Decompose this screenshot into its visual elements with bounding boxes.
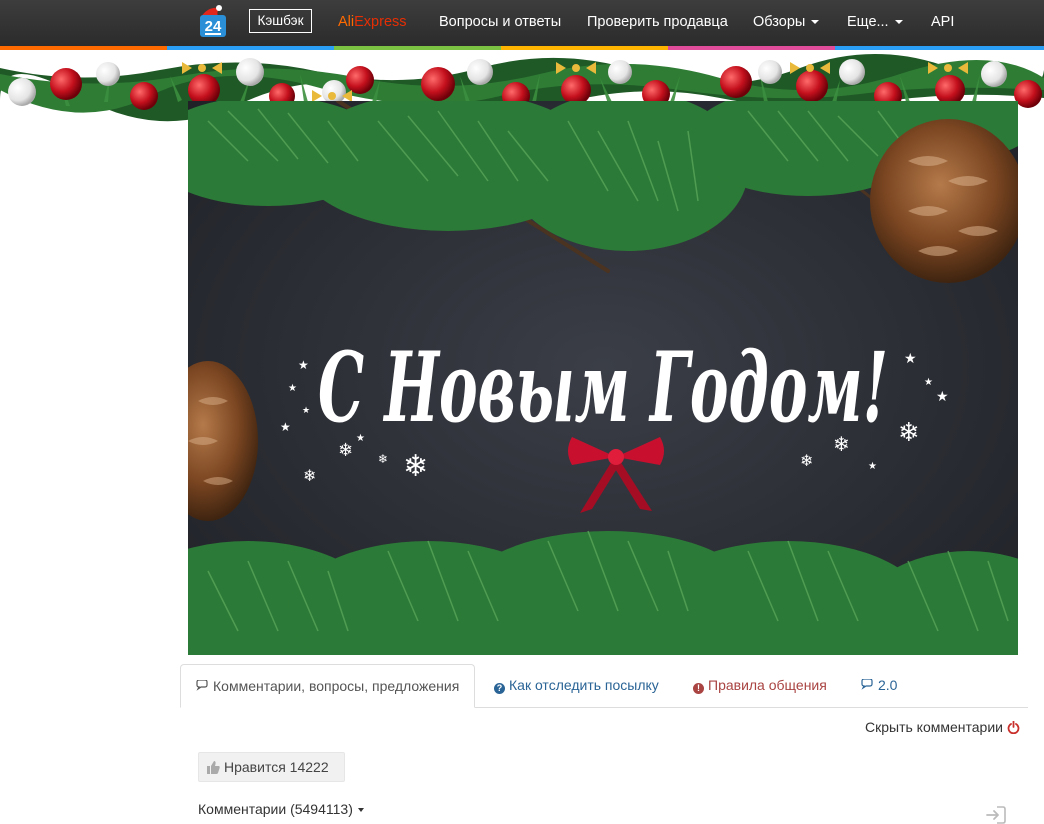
svg-text:★: ★ xyxy=(868,461,877,472)
svg-text:★: ★ xyxy=(924,377,933,388)
like-count: 14222 xyxy=(289,759,329,775)
nav-reviews-dropdown[interactable]: Обзоры xyxy=(753,0,820,46)
comments-icon xyxy=(196,680,208,691)
nav-check-seller[interactable]: Проверить продавца xyxy=(587,0,728,46)
nav-api-label: API xyxy=(931,14,955,30)
pinecone-left xyxy=(188,361,258,521)
nav-more-dropdown[interactable]: Еще... xyxy=(847,0,903,46)
tab-track-parcel[interactable]: ? Как отследить посылку xyxy=(494,664,659,707)
tab-track-parcel-label: Как отследить посылку xyxy=(509,677,659,693)
nav-api[interactable]: API xyxy=(931,0,954,46)
svg-text:★: ★ xyxy=(302,406,310,416)
aliexpress-ali: Ali xyxy=(338,14,355,30)
hide-comments-label: Скрыть комментарии xyxy=(865,719,1003,735)
tab-comments-2[interactable]: 2.0 xyxy=(861,664,897,707)
tab-comments[interactable]: Комментарии, вопросы, предложения xyxy=(180,664,476,708)
nav-check-seller-label: Проверить продавца xyxy=(587,14,728,30)
comments-count-dropdown[interactable]: Комментарии (5494113) xyxy=(198,801,364,817)
caret-down-icon xyxy=(357,808,364,813)
site-logo[interactable]: 24 xyxy=(196,4,230,38)
logo-text: 24 xyxy=(205,18,222,35)
nav-more-label: Еще... xyxy=(847,14,889,30)
svg-text:❄: ❄ xyxy=(898,418,920,448)
hide-comments-link[interactable]: Скрыть комментарии xyxy=(865,719,1020,735)
svg-text:★: ★ xyxy=(904,351,917,367)
svg-text:★: ★ xyxy=(936,389,949,405)
new-year-banner: ★ ★ ★ ★ ❄ ❄ ❄ ❄ ★ ★ ★ ★ ❄ ❄ ❄ ★ С Новым … xyxy=(188,101,1018,655)
caret-down-icon xyxy=(811,20,820,25)
svg-text:❄: ❄ xyxy=(378,452,388,466)
aliexpress-express: Express xyxy=(354,14,407,30)
svg-text:❄: ❄ xyxy=(403,449,428,484)
question-circle-icon: ? xyxy=(494,683,505,694)
exclamation-circle-icon: ! xyxy=(693,683,704,694)
tab-rules-label: Правила общения xyxy=(708,677,827,693)
sign-in-icon[interactable] xyxy=(986,806,1006,824)
tab-comments-label: Комментарии, вопросы, предложения xyxy=(213,678,460,694)
svg-text:★: ★ xyxy=(280,420,291,434)
nav-questions-answers-label: Вопросы и ответы xyxy=(439,14,562,30)
top-navbar: 24 Кэшбэк AliExpress Вопросы и ответы Пр… xyxy=(0,0,1044,46)
tab-comments-2-label: 2.0 xyxy=(878,677,898,693)
nav-questions-answers[interactable]: Вопросы и ответы xyxy=(439,0,561,46)
thumbs-up-icon xyxy=(207,761,220,774)
banner-illustration: ★ ★ ★ ★ ❄ ❄ ❄ ❄ ★ ★ ★ ★ ❄ ❄ ❄ ★ С Новым … xyxy=(188,101,1018,655)
nav-reviews-label: Обзоры xyxy=(753,14,806,30)
power-icon xyxy=(1007,721,1020,734)
new-year-greeting: С Новым Годом! xyxy=(318,331,888,444)
like-label: Нравится xyxy=(224,759,286,775)
like-button[interactable]: Нравится 14222 xyxy=(198,752,345,782)
comments-icon xyxy=(861,679,873,690)
tab-rules[interactable]: ! Правила общения xyxy=(693,664,827,707)
svg-text:❄: ❄ xyxy=(303,466,316,485)
comments-count-label: Комментарии (5494113) xyxy=(198,801,353,817)
nav-aliexpress[interactable]: AliExpress xyxy=(338,0,407,46)
caret-down-icon xyxy=(894,20,903,25)
cashback-button[interactable]: Кэшбэк xyxy=(249,9,312,33)
comments-tabs: Комментарии, вопросы, предложения ? Как о… xyxy=(180,664,1028,708)
svg-text:★: ★ xyxy=(298,358,309,372)
red-bow-icon xyxy=(568,437,664,513)
svg-text:❄: ❄ xyxy=(800,451,813,470)
svg-text:★: ★ xyxy=(288,383,297,394)
